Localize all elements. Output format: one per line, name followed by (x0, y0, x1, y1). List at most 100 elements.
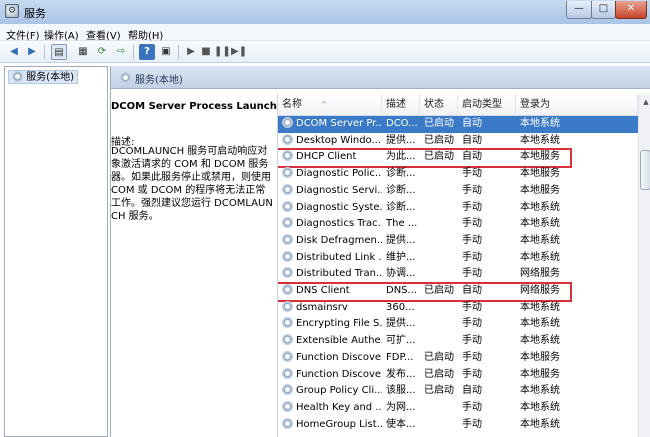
service-status: 已启动 (424, 118, 454, 129)
selected-service-name: DCOM Server Process Launcher (111, 101, 289, 112)
service-description: DNS... (386, 285, 418, 296)
service-description: 为此... (386, 151, 416, 163)
restart-icon[interactable]: ▶❚ (231, 44, 247, 60)
toolbar-separator (44, 45, 45, 59)
service-status: 已启动 (424, 285, 454, 296)
service-name: Group Policy Cli... (278, 383, 382, 400)
service-name-label: Diagnostic Syste... (296, 201, 382, 213)
gear-icon (282, 334, 293, 346)
column-header-name[interactable]: 名称 ^ (278, 94, 382, 116)
service-name-label: DNS Client (296, 285, 350, 296)
table-row[interactable]: Extensible Authe... 可扩... 手动 本地系统 (278, 333, 638, 350)
service-name: DCOM Server Pr... (278, 116, 382, 133)
table-row[interactable]: Diagnostic Syste... 诊断... 手动 本地系统 (278, 200, 638, 217)
main-header: 服务(本地) (111, 66, 650, 89)
menu-file[interactable]: 文件(F) (6, 27, 40, 42)
table-row[interactable]: DHCP Client 为此... 已启动 自动 本地服务 (278, 149, 638, 166)
column-header-description[interactable]: 描述 (382, 94, 420, 116)
table-row[interactable]: Encrypting File S... 提供... 手动 本地系统 (278, 316, 638, 333)
table-row[interactable]: Distributed Link ... 维护... 手动 本地系统 (278, 250, 638, 267)
table-row[interactable]: Function Discove... FDP... 已启动 手动 本地服务 (278, 350, 638, 367)
minimize-button[interactable]: — (566, 1, 592, 19)
service-description: DCO... (386, 118, 418, 129)
scroll-thumb[interactable] (640, 150, 650, 190)
table-row[interactable]: HomeGroup List... 使本... 手动 本地系统 (278, 417, 638, 434)
column-header-logon-as[interactable]: 登录为 (516, 94, 638, 116)
service-logon-as: 本地系统 (520, 318, 560, 330)
details-icon[interactable]: ▣ (158, 44, 174, 60)
table-row[interactable]: dsmainsrv 360... 手动 本地系统 (278, 300, 638, 317)
service-logon-as: 本地系统 (520, 401, 560, 413)
service-startup-type: 手动 (462, 351, 482, 363)
refresh-icon[interactable]: ⟳ (94, 44, 110, 60)
maximize-button[interactable]: □ (591, 1, 616, 19)
properties-icon[interactable]: ▦ (75, 44, 91, 60)
scroll-up-icon[interactable]: ▲ (639, 94, 650, 110)
services-list[interactable]: 名称 ^ 描述 状态 启动类型 登录为 DCOM Server Pr... DCO… (277, 94, 650, 437)
service-description: 提供... (386, 234, 416, 246)
table-row[interactable]: Diagnostics Trac... The ... 手动 本地系统 (278, 216, 638, 233)
service-logon-as: 本地系统 (520, 335, 560, 347)
service-name: Distributed Link ... (278, 250, 382, 267)
service-logon-as: 本地系统 (520, 218, 560, 230)
service-logon-as: 本地系统 (520, 385, 560, 397)
service-name: Diagnostics Trac... (278, 216, 382, 233)
service-logon-as: 本地服务 (520, 168, 560, 180)
table-row[interactable]: DNS Client DNS... 已启动 自动 网络服务 (278, 283, 638, 300)
show-tree-icon[interactable]: ▤ (51, 44, 67, 60)
start-icon[interactable]: ▶ (183, 44, 199, 60)
table-row[interactable]: Disk Defragmen... 提供... 手动 本地系统 (278, 233, 638, 250)
menu-help[interactable]: 帮助(H) (128, 27, 163, 42)
service-startup-type: 手动 (462, 218, 482, 230)
service-logon-as: 本地服务 (520, 151, 560, 163)
service-status (420, 266, 458, 283)
service-name: Extensible Authe... (278, 333, 382, 350)
service-name: DHCP Client (278, 149, 382, 166)
table-row[interactable]: DCOM Server Pr... DCO... 已启动 自动 本地系统 (278, 116, 638, 133)
window-title: 服务 (24, 7, 46, 20)
back-icon[interactable]: ◀ (6, 44, 22, 60)
help-icon[interactable]: ? (139, 44, 155, 60)
menu-view[interactable]: 查看(V) (86, 27, 121, 42)
title-bar[interactable]: ⚙ 服务 — □ ✕ (0, 0, 650, 24)
table-row[interactable]: Group Policy Cli... 该服... 已启动 自动 本地系统 (278, 383, 638, 400)
pause-icon[interactable]: ❚❚ (214, 44, 231, 60)
service-startup-type: 手动 (462, 168, 482, 180)
description-text: DCOMLAUNCH 服务可启动响应对象激活请求的 COM 和 DCOM 服务器… (111, 146, 275, 222)
service-logon-as: 本地系统 (520, 118, 560, 129)
service-name: Distributed Tran... (278, 266, 382, 283)
service-startup-type: 手动 (462, 268, 482, 280)
service-startup-type: 自动 (462, 285, 482, 296)
menu-action[interactable]: 操作(A) (44, 27, 79, 42)
main-pane: 服务(本地) DCOM Server Process Launcher 描述: … (110, 66, 650, 437)
gear-icon (120, 72, 131, 83)
service-logon-as: 本地系统 (520, 251, 560, 263)
table-row[interactable]: Health Key and ... 为网... 手动 本地系统 (278, 400, 638, 417)
column-header-status[interactable]: 状态 (420, 94, 458, 116)
service-name-label: Encrypting File S... (296, 318, 382, 330)
close-button[interactable]: ✕ (615, 1, 647, 19)
toolbar-separator (133, 45, 134, 59)
stop-icon[interactable]: ■ (198, 44, 214, 60)
service-startup-type: 手动 (462, 401, 482, 413)
service-startup-type: 自动 (462, 134, 482, 146)
table-row[interactable]: Function Discove... 发布... 已启动 手动 本地服务 (278, 367, 638, 384)
column-header-startup-type[interactable]: 启动类型 (458, 94, 516, 116)
service-startup-type: 手动 (462, 335, 482, 347)
toolbar: ◀ ▶ ▤ ▦ ⟳ ⇨ ? ▣ ▶ ■ ❚❚ ▶❚ (0, 41, 650, 63)
table-row[interactable]: Diagnostic Polic... 诊断... 手动 本地服务 (278, 166, 638, 183)
table-row[interactable]: Desktop Windo... 提供... 已启动 自动 本地系统 (278, 133, 638, 150)
tree-item-label: 服务(本地) (26, 72, 74, 83)
export-icon[interactable]: ⇨ (113, 44, 129, 60)
table-row[interactable]: Diagnostic Servi... 诊断... 手动 本地服务 (278, 183, 638, 200)
vertical-scrollbar[interactable]: ▲ (638, 94, 650, 437)
tree-item-services-local[interactable]: 服务(本地) (8, 70, 78, 84)
service-startup-type: 手动 (462, 418, 482, 430)
table-row[interactable]: Distributed Tran... 协调... 手动 网络服务 (278, 266, 638, 283)
service-status: 已启动 (424, 151, 454, 163)
service-status: 已启动 (424, 385, 454, 397)
forward-icon[interactable]: ▶ (24, 44, 40, 60)
list-header: 名称 ^ 描述 状态 启动类型 登录为 (278, 94, 638, 116)
service-name-label: Distributed Link ... (296, 251, 382, 263)
service-name-label: Distributed Tran... (296, 268, 382, 280)
